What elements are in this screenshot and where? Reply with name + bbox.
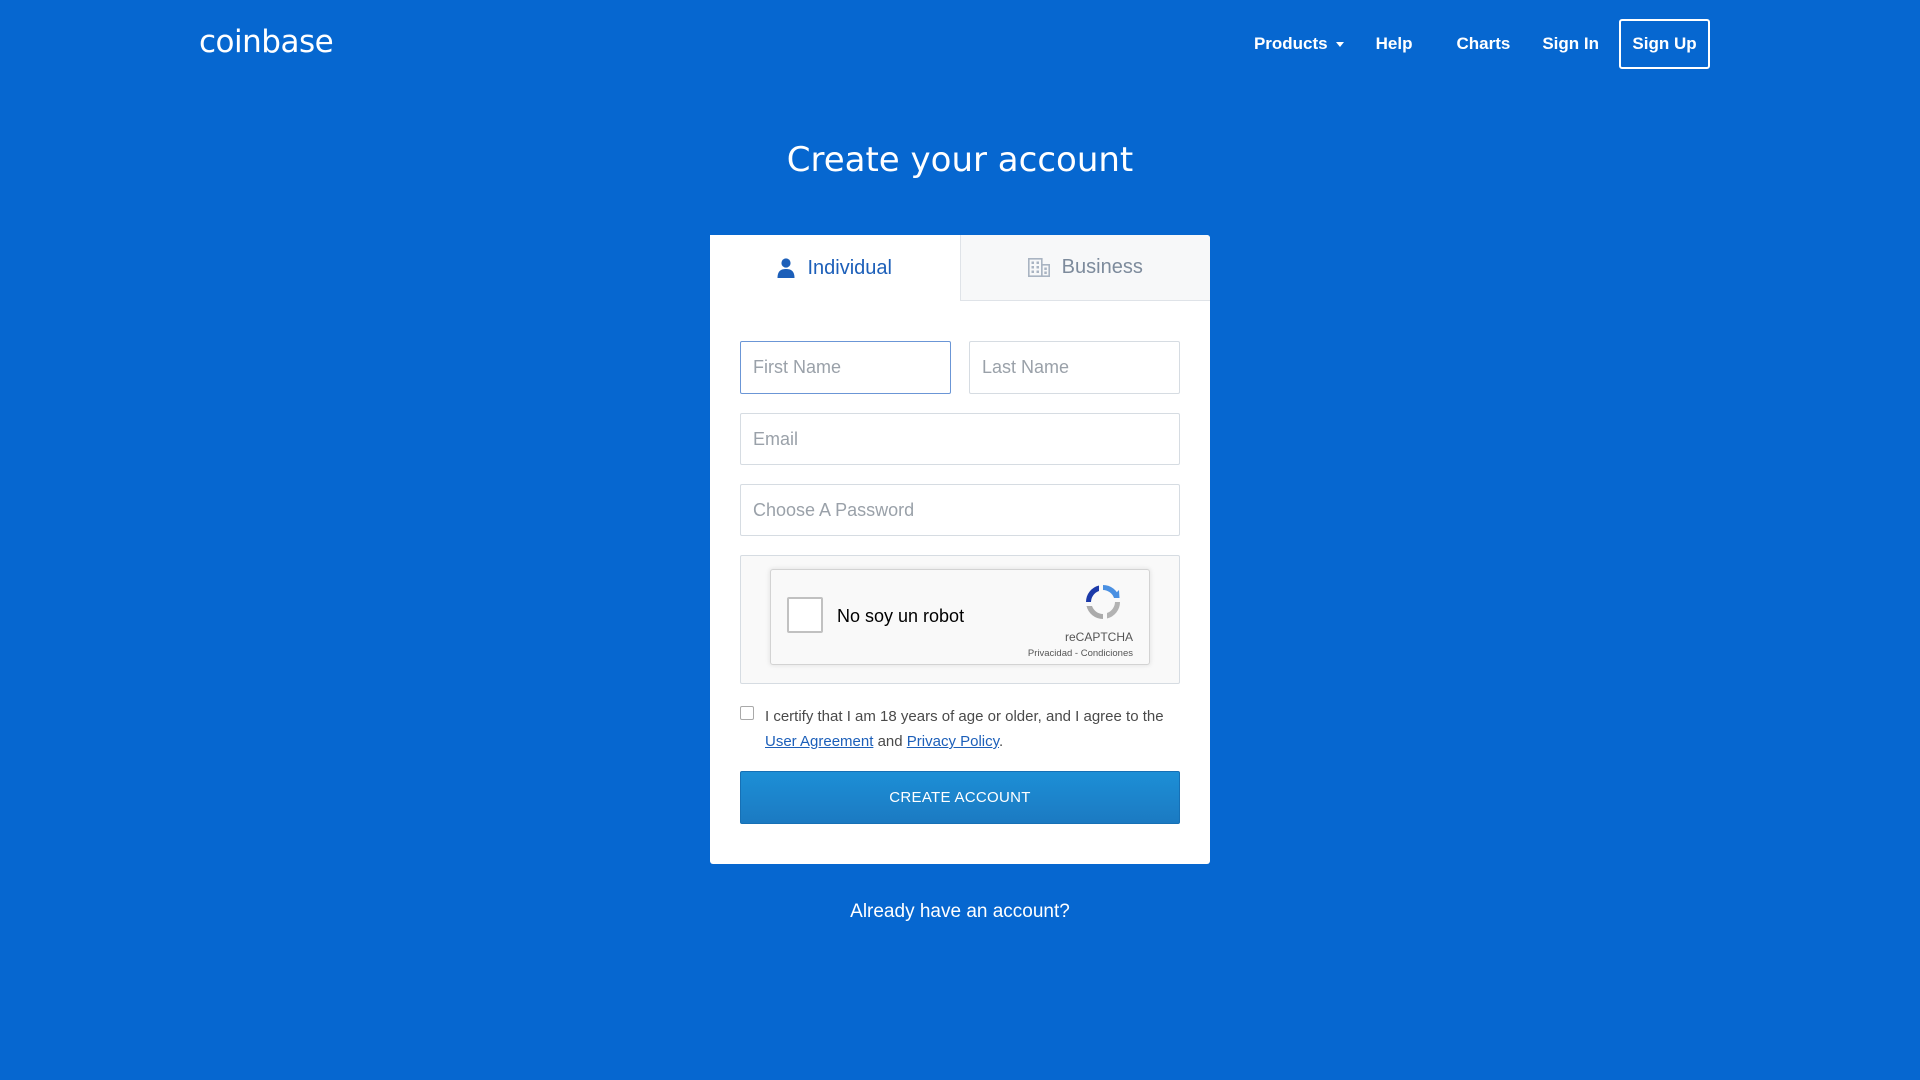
nav-sign-in[interactable]: Sign In bbox=[1542, 34, 1599, 54]
recaptcha-brand: reCAPTCHA bbox=[1064, 630, 1133, 644]
building-icon bbox=[1027, 258, 1050, 277]
last-name-input[interactable] bbox=[969, 341, 1180, 394]
recaptcha-icon bbox=[1083, 582, 1123, 627]
terms-text: I certify that I am 18 years of age or o… bbox=[765, 704, 1164, 754]
terms-and: and bbox=[877, 733, 903, 750]
tab-business[interactable]: Business bbox=[959, 235, 1210, 301]
account-type-tabs: Individual Business bbox=[710, 235, 1210, 301]
nav-products[interactable]: Products bbox=[1254, 34, 1344, 54]
create-account-button[interactable]: CREATE ACCOUNT bbox=[740, 771, 1180, 824]
first-name-input[interactable] bbox=[740, 341, 951, 394]
captcha-label: No soy un robot bbox=[837, 606, 965, 626]
captcha-checkbox[interactable] bbox=[787, 597, 823, 633]
user-agreement-link[interactable]: User Agreement bbox=[765, 733, 873, 750]
coinbase-logo[interactable]: coinbase bbox=[199, 24, 334, 60]
tab-individual[interactable]: Individual bbox=[710, 235, 960, 301]
password-input[interactable] bbox=[740, 484, 1180, 536]
privacy-policy-link[interactable]: Privacy Policy bbox=[907, 733, 999, 750]
terms-agreement: I certify that I am 18 years of age or o… bbox=[740, 704, 1190, 754]
terms-text-before: I certify that I am 18 years of age or o… bbox=[765, 708, 1164, 725]
user-icon bbox=[777, 258, 795, 278]
nav-charts[interactable]: Charts bbox=[1456, 34, 1510, 54]
page-title: Create your account bbox=[786, 140, 1134, 180]
recaptcha-links[interactable]: Privacidad - Condiciones bbox=[1028, 648, 1133, 659]
top-nav: Products Help Charts Sign In Sign Up bbox=[1254, 19, 1710, 69]
terms-period: . bbox=[999, 733, 1004, 750]
tab-business-label: Business bbox=[1061, 256, 1143, 278]
captcha-container: No soy un robot reCAPTCHA Privacidad - C… bbox=[740, 555, 1180, 684]
terms-checkbox[interactable] bbox=[740, 706, 754, 720]
recaptcha-widget: No soy un robot reCAPTCHA Privacidad - C… bbox=[770, 569, 1150, 665]
already-have-account-link[interactable]: Already have an account? bbox=[850, 901, 1070, 922]
sign-up-button[interactable]: Sign Up bbox=[1619, 19, 1710, 69]
nav-products-label: Products bbox=[1253, 34, 1328, 53]
caret-down-icon bbox=[1335, 42, 1344, 47]
signup-card: Individual Business bbox=[710, 235, 1210, 864]
already-have-account: Already have an account? bbox=[0, 901, 1920, 923]
nav-help[interactable]: Help bbox=[1376, 34, 1413, 54]
email-input[interactable] bbox=[740, 413, 1180, 465]
tab-individual-label: Individual bbox=[807, 256, 892, 279]
